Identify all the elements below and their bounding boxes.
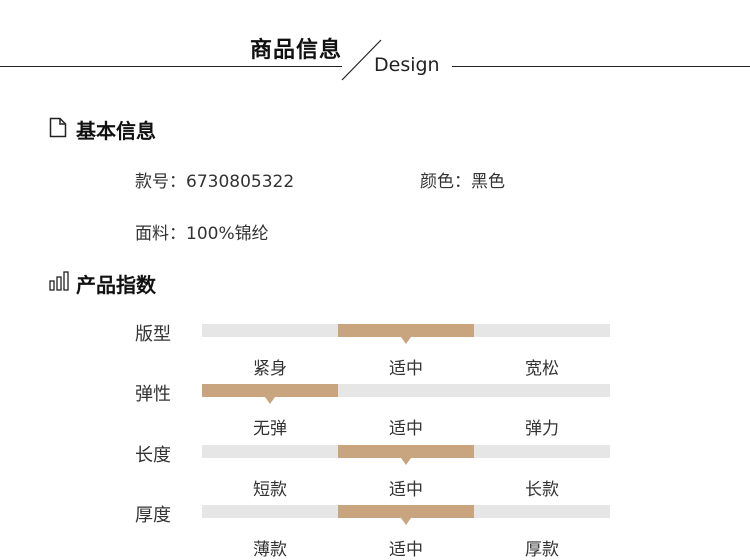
index-row-label: 弹性: [135, 384, 171, 405]
page-title: 商品信息: [250, 38, 343, 63]
index-row-label: 厚度: [135, 505, 171, 526]
index-option-label: 厚款: [525, 540, 559, 560]
field-value: 黑色: [471, 172, 505, 192]
index-row-label: 版型: [135, 324, 171, 345]
index-selected-segment: [338, 505, 474, 518]
field-label: 颜色：: [420, 172, 471, 192]
field-label: 面料：: [135, 224, 186, 244]
index-selected-segment: [202, 384, 338, 397]
index-option-label: 适中: [389, 480, 423, 500]
index-option-label: 薄款: [253, 540, 287, 560]
index-track: [202, 384, 610, 404]
index-option-label: 适中: [389, 419, 423, 439]
index-option-label: 无弹: [253, 419, 287, 439]
index-option-label: 长款: [525, 480, 559, 500]
index-selected-segment: [338, 445, 474, 458]
field-label: 款号：: [135, 172, 186, 192]
info-field-style-number: 款号：6730805322: [135, 167, 294, 192]
index-row-label: 长度: [135, 445, 171, 466]
document-icon: [49, 117, 67, 138]
index-pointer-icon: [401, 337, 411, 344]
index-pointer-icon: [265, 397, 275, 404]
info-field-color: 颜色：黑色: [420, 167, 505, 192]
field-value: 100%锦纶: [186, 224, 269, 244]
index-option-label: 宽松: [525, 359, 559, 379]
index-track: [202, 324, 610, 344]
field-value: 6730805322: [186, 172, 295, 192]
index-pointer-icon: [401, 518, 411, 525]
index-option-label: 适中: [389, 540, 423, 560]
section-title-product-index: 产品指数: [76, 273, 156, 297]
index-option-label: 适中: [389, 359, 423, 379]
info-field-fabric: 面料：100%锦纶: [135, 219, 269, 244]
index-option-label: 弹力: [525, 419, 559, 439]
index-pointer-icon: [401, 458, 411, 465]
header-rule-right: [452, 66, 750, 67]
header-rule-left: [0, 66, 342, 67]
index-option-label: 短款: [253, 480, 287, 500]
page-subtitle: Design: [374, 54, 440, 76]
index-option-label: 紧身: [253, 359, 287, 379]
index-selected-segment: [338, 324, 474, 337]
bar-chart-icon: [49, 271, 69, 291]
index-track: [202, 505, 610, 525]
index-track: [202, 445, 610, 465]
section-title-basic-info: 基本信息: [76, 119, 156, 143]
